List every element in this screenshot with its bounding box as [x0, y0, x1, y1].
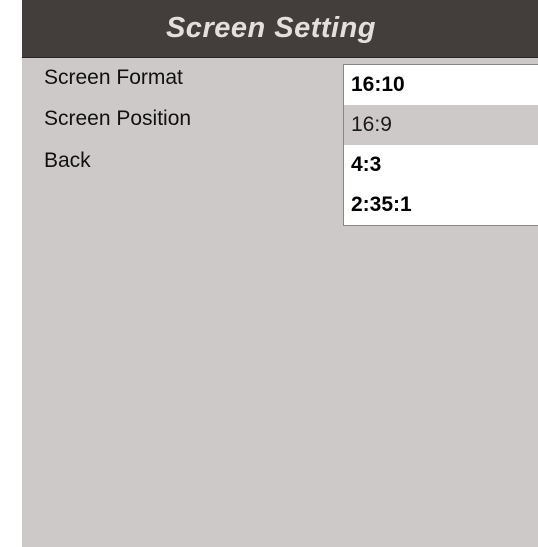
settings-menu: Screen Format Screen Position Back — [22, 58, 342, 182]
menu-item-screen-position[interactable]: Screen Position — [22, 98, 342, 140]
osd-menu-panel: Screen Setting Screen Format Screen Posi… — [22, 0, 538, 547]
format-option-16-9[interactable]: 16:9 — [344, 105, 538, 145]
format-option-2-35-1[interactable]: 2:35:1 — [344, 185, 538, 225]
menu-item-back[interactable]: Back — [22, 140, 342, 182]
screen-format-dropdown: 16:10 16:9 4:3 2:35:1 — [343, 64, 538, 226]
menu-item-screen-format[interactable]: Screen Format — [22, 58, 342, 98]
page-title: Screen Setting — [165, 12, 377, 44]
title-bar: Screen Setting — [22, 0, 538, 58]
format-option-4-3[interactable]: 4:3 — [344, 145, 538, 185]
format-option-16-10[interactable]: 16:10 — [344, 65, 538, 105]
